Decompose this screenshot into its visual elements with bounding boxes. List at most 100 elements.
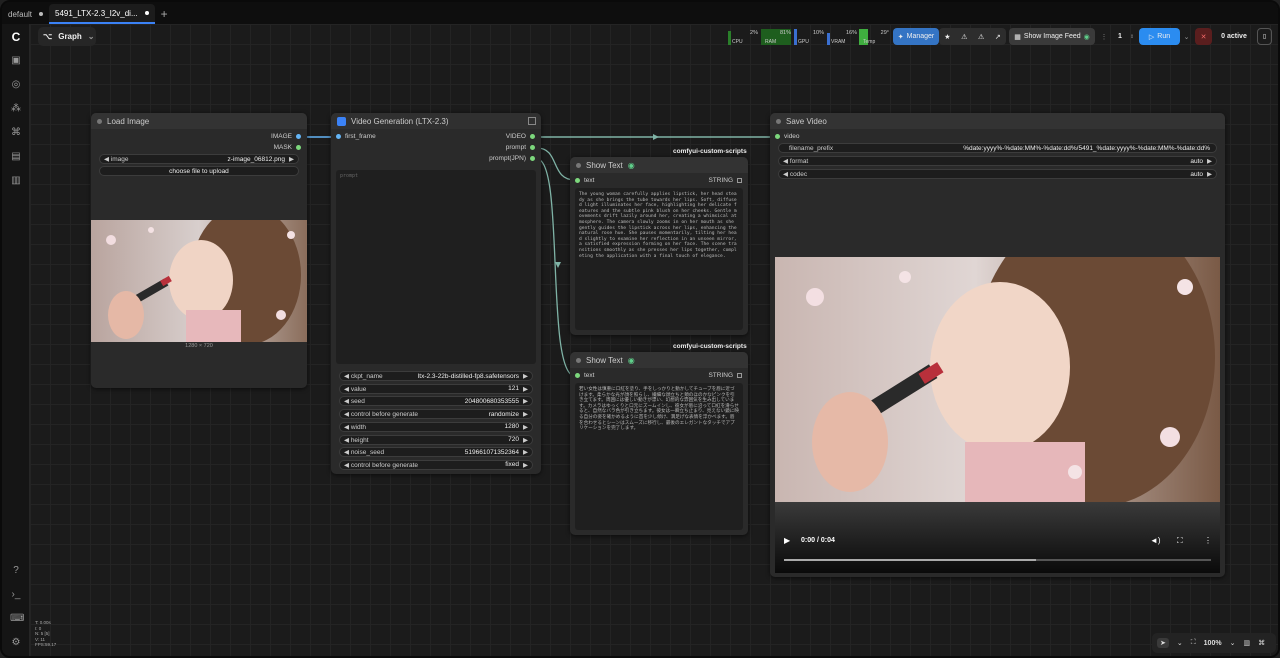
input-video[interactable]: video — [775, 133, 800, 140]
output-string[interactable]: STRING — [708, 177, 742, 184]
queue-stepper-icon[interactable]: ⇕ — [1128, 28, 1136, 45]
active-queue-label[interactable]: 0 active — [1216, 28, 1252, 45]
collapse-dot[interactable] — [97, 118, 102, 124]
tab-workflow[interactable]: 5491_LTX-2.3_I2v_di... — [49, 4, 155, 24]
collapse-dot[interactable] — [776, 118, 781, 124]
keyboard-icon[interactable]: ⌨ — [10, 613, 24, 625]
output-pin[interactable] — [530, 145, 535, 150]
node-header[interactable]: Load Image — [91, 113, 307, 129]
upload-button[interactable]: choose file to upload — [99, 166, 299, 176]
node-header[interactable]: Show Text ◉ — [570, 352, 748, 368]
link-visibility-icon[interactable]: ⌘ — [1258, 639, 1265, 647]
panel-toggle-icon[interactable]: ▯ — [1257, 28, 1272, 45]
output-string[interactable]: STRING — [708, 372, 742, 379]
run-options-chevron-icon[interactable]: ⌄ — [1182, 28, 1191, 45]
input-pin[interactable] — [575, 373, 580, 378]
cancel-button[interactable]: ✕ — [1195, 28, 1212, 45]
output-pin[interactable] — [737, 373, 742, 378]
pointer-icon[interactable]: ➤ — [1157, 638, 1169, 648]
models-icon[interactable]: ◎ — [10, 79, 22, 91]
chevron-down-icon[interactable]: ⌄ — [1230, 639, 1236, 647]
output-prompt[interactable]: prompt — [506, 144, 535, 151]
input-text[interactable]: text — [575, 372, 594, 379]
templates-icon[interactable]: ▥ — [10, 175, 22, 187]
output-video[interactable]: VIDEO — [506, 133, 535, 140]
input-pin[interactable] — [775, 134, 780, 139]
alert-icon[interactable]: ⚠ — [978, 33, 984, 41]
video-generation-node[interactable]: Video Generation (LTX-2.3) first_frame V… — [331, 113, 541, 474]
terminal-icon[interactable]: ›_ — [10, 589, 22, 601]
chevron-down-icon[interactable]: ⌄ — [1177, 639, 1183, 647]
zoom-level[interactable]: 100% — [1204, 640, 1222, 647]
node-header[interactable]: Show Text ◉ — [570, 157, 748, 173]
video-player[interactable]: ▶ 0:00 / 0:04 ◄) ⛶ ⋮ — [775, 257, 1220, 573]
widget-noise_seed[interactable]: ◀ noise_seed 519661071352364 ▶ — [339, 447, 533, 458]
widget-label: width — [350, 423, 366, 431]
output-mask[interactable]: MASK — [274, 144, 301, 151]
library-icon[interactable]: ▤ — [10, 151, 22, 163]
more-options-icon[interactable]: ⋮ — [1204, 536, 1212, 545]
seek-bar[interactable] — [784, 559, 1211, 561]
node-title: Load Image — [107, 116, 150, 126]
widget-value[interactable]: ◀ value 121 ▶ — [339, 383, 533, 394]
new-tab-button[interactable]: + — [155, 4, 174, 24]
format-combo[interactable]: ◀ format auto ▶ — [778, 156, 1217, 166]
show-text-node-1[interactable]: Show Text ◉ text STRING The young woman c… — [570, 157, 748, 335]
tab-default[interactable]: default — [2, 4, 49, 24]
widget-value: auto — [1190, 157, 1203, 165]
output-pin[interactable] — [296, 145, 301, 150]
text-display[interactable]: 若い女性は慎重に口紅を塗り、手をしっかりと動かしてチューブを唇に近づけます。柔ら… — [575, 383, 743, 530]
input-pin[interactable] — [336, 134, 341, 139]
expand-icon[interactable] — [528, 117, 536, 125]
minimap-icon[interactable]: ▥ — [1243, 639, 1250, 647]
save-video-node[interactable]: Save Video video filename_prefix %date:yy… — [770, 113, 1225, 577]
text-display[interactable]: The young woman carefully applies lipsti… — [575, 188, 743, 330]
widget-width[interactable]: ◀ width 1280 ▶ — [339, 421, 533, 432]
image-combo[interactable]: ◀ image z-image_06812.png ▶ — [99, 154, 299, 164]
prompt-textarea[interactable]: prompt — [336, 170, 536, 364]
widget-seed[interactable]: ◀ seed 204800680353555 ▶ — [339, 396, 533, 407]
output-image[interactable]: IMAGE — [271, 133, 301, 140]
output-pin[interactable] — [530, 134, 535, 139]
fullscreen-icon[interactable]: ⛶ — [1177, 536, 1183, 546]
widget-ckpt_name[interactable]: ◀ ckpt_name ltx-2.3-22b-distilled-fp8.saf… — [339, 371, 533, 381]
share-icon[interactable]: ↗ — [995, 33, 1001, 41]
node-header[interactable]: Save Video — [770, 113, 1225, 129]
play-icon[interactable]: ▶ — [784, 536, 790, 545]
graph-mode-button[interactable]: ⌥ Graph ⌄ — [38, 27, 96, 46]
run-label: Run — [1157, 33, 1171, 40]
load-image-node[interactable]: Load Image IMAGE MASK ◀ image z-image_068… — [91, 113, 307, 388]
help-icon[interactable]: ? — [10, 565, 22, 577]
output-pin[interactable] — [296, 134, 301, 139]
nodes-icon[interactable]: ⁂ — [10, 103, 22, 115]
widget-height[interactable]: ◀ height 720 ▶ — [339, 434, 533, 445]
input-first-frame[interactable]: first_frame — [336, 133, 376, 140]
settings-gear-icon[interactable]: ⚙ — [10, 637, 22, 649]
filename-prefix-field[interactable]: filename_prefix %date:yyyy%-%date:MM%-%da… — [778, 143, 1217, 153]
show-image-feed-button[interactable]: ▦ Show Image Feed ◉ — [1009, 28, 1095, 45]
fit-view-icon[interactable]: ⛶ — [1191, 639, 1196, 647]
show-text-node-2[interactable]: Show Text ◉ text STRING 若い女性は慎重に口紅を塗り、手をし… — [570, 352, 748, 535]
star-icon[interactable]: ★ — [944, 33, 950, 41]
volume-icon[interactable]: ◄) — [1150, 536, 1161, 545]
comfy-logo-icon[interactable]: C — [10, 31, 22, 43]
node-title: Show Text — [586, 160, 623, 170]
codec-combo[interactable]: ◀ codec auto ▶ — [778, 169, 1217, 179]
widget-control-before-generate[interactable]: ◀ control before generate randomize ▶ — [339, 409, 533, 420]
collapse-dot[interactable] — [576, 162, 581, 168]
drag-handle-icon[interactable]: ⋮ — [1101, 28, 1108, 45]
widget-control-before-generate[interactable]: ◀ control before generate fixed ▶ — [339, 459, 533, 470]
run-button[interactable]: ▷ Run — [1139, 28, 1180, 45]
collapse-dot[interactable] — [576, 357, 581, 363]
manager-button[interactable]: ✦ Manager — [893, 28, 939, 45]
input-text[interactable]: text — [575, 177, 594, 184]
image-icon[interactable]: ▣ — [10, 55, 22, 67]
workflow-icon[interactable]: ⌘ — [10, 127, 22, 139]
queue-count[interactable]: 1 — [1112, 28, 1128, 45]
output-pin[interactable] — [530, 156, 535, 161]
output-prompt-jpn[interactable]: prompt(JPN) — [489, 155, 535, 162]
warning-icon[interactable]: ⚠ — [961, 33, 967, 41]
node-header[interactable]: Video Generation (LTX-2.3) — [331, 113, 541, 129]
output-pin[interactable] — [737, 178, 742, 183]
input-pin[interactable] — [575, 178, 580, 183]
